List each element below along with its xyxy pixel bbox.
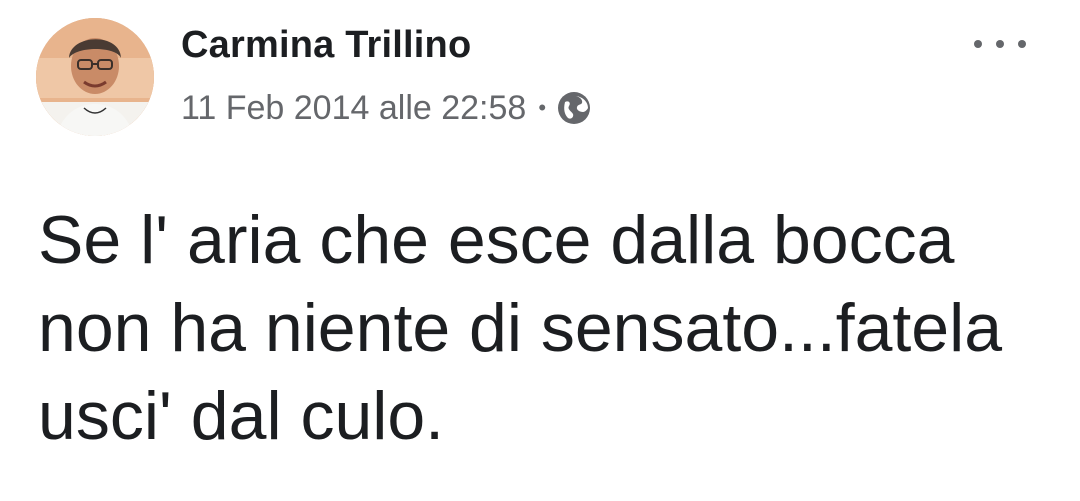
avatar-photo [36, 18, 154, 136]
more-options-dot [1018, 40, 1026, 48]
more-options-button[interactable] [968, 24, 1032, 64]
post-text: Se l' aria che esce dalla bocca non ha n… [38, 196, 1058, 460]
author-name[interactable]: Carmina Trillino [181, 24, 471, 67]
facebook-post: Carmina Trillino 11 Feb 2014 alle 22:58 … [0, 0, 1080, 501]
globe-icon[interactable] [556, 90, 592, 126]
meta-separator: • [538, 95, 547, 120]
post-meta: 11 Feb 2014 alle 22:58 • [181, 86, 592, 130]
post-text-line: Se l' aria che esce dalla bocca [38, 202, 955, 278]
post-text-line: non ha niente di sensato...fatela [38, 290, 1003, 366]
author-avatar[interactable] [36, 18, 154, 136]
post-timestamp[interactable]: 11 Feb 2014 alle 22:58 [181, 89, 526, 128]
more-options-dot [996, 40, 1004, 48]
post-text-line: usci' dal culo. [38, 378, 445, 454]
more-options-icon [974, 40, 982, 48]
